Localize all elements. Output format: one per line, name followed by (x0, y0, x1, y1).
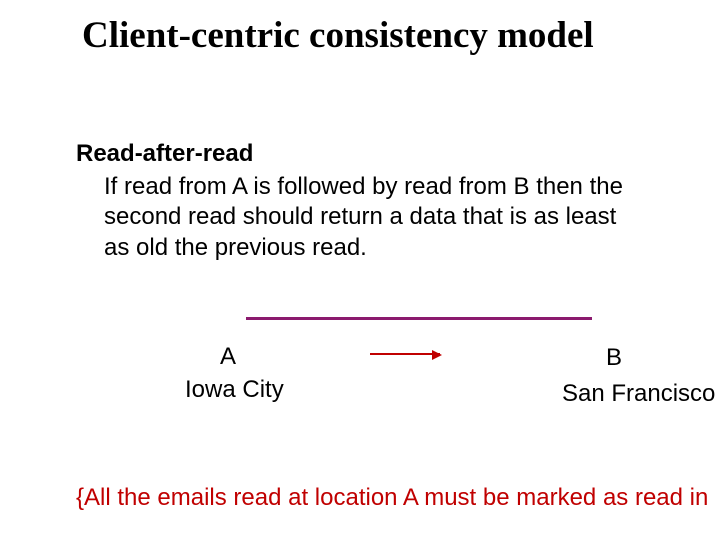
slide: Client-centric consistency model Read-af… (0, 0, 720, 540)
diagram: A B Iowa City San Francisco (76, 319, 720, 439)
node-a-city: Iowa City (185, 375, 284, 406)
arrow-icon (370, 353, 440, 355)
body-block: Read-after-read If read from A is follow… (76, 139, 720, 439)
node-b-label: B (606, 343, 622, 374)
node-b-city: San Francisco (562, 379, 715, 410)
node-a-label: A (220, 342, 236, 373)
horizontal-bar (246, 317, 592, 320)
footnote: {All the emails read at location A must … (76, 484, 708, 512)
section-paragraph: If read from A is followed by read from … (104, 172, 644, 264)
slide-title: Client-centric consistency model (82, 14, 720, 57)
section-subhead: Read-after-read (76, 139, 720, 170)
